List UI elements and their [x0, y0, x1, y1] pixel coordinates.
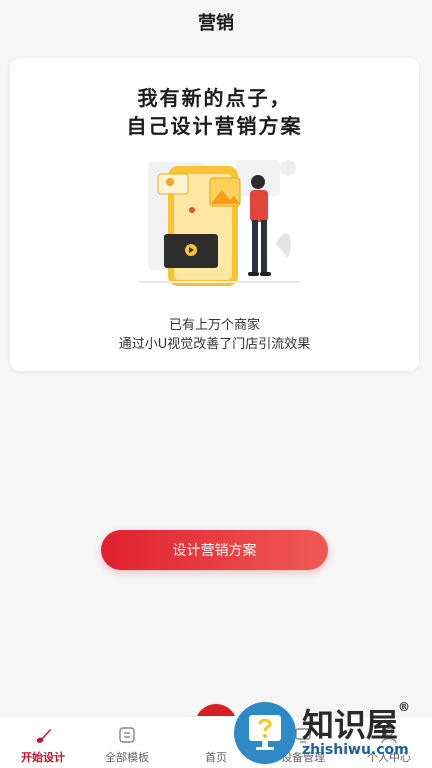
design-marketing-plan-button[interactable]: 设计营销方案 — [101, 530, 328, 570]
card-headline-line2: 自己设计营销方案 — [126, 114, 303, 138]
template-icon — [116, 724, 138, 746]
page-title: 营销 — [198, 13, 234, 34]
help-monitor-icon — [249, 715, 281, 750]
card-headline-line1: 我有新的点子， — [137, 86, 292, 110]
top-bar: 营销 — [0, 0, 432, 44]
tab-label: 首页 — [205, 751, 227, 764]
watermark-url: zhishiwu.com — [302, 742, 409, 758]
watermark-reg-mark: ® — [398, 700, 411, 714]
watermark-brand-text: 知识屋 — [302, 706, 399, 744]
brush-icon — [32, 724, 54, 746]
marketing-illustration — [138, 160, 300, 286]
tab-start-design[interactable]: 开始设计 — [0, 717, 86, 768]
tab-label: 开始设计 — [21, 751, 65, 764]
tab-all-templates[interactable]: 全部模板 — [84, 717, 170, 768]
promo-card: 我有新的点子， 自己设计营销方案 已有上万个商家 通过小U视觉改善了门店引流效果 — [10, 58, 419, 371]
card-subtitle-line2: 通过小U视觉改善了门店引流效果 — [118, 337, 311, 352]
tab-label: 全部模板 — [105, 751, 149, 764]
watermark-brand: 知识屋® — [302, 700, 410, 746]
watermark-logo — [234, 702, 296, 764]
card-subtitle-line1: 已有上万个商家 — [168, 318, 260, 333]
